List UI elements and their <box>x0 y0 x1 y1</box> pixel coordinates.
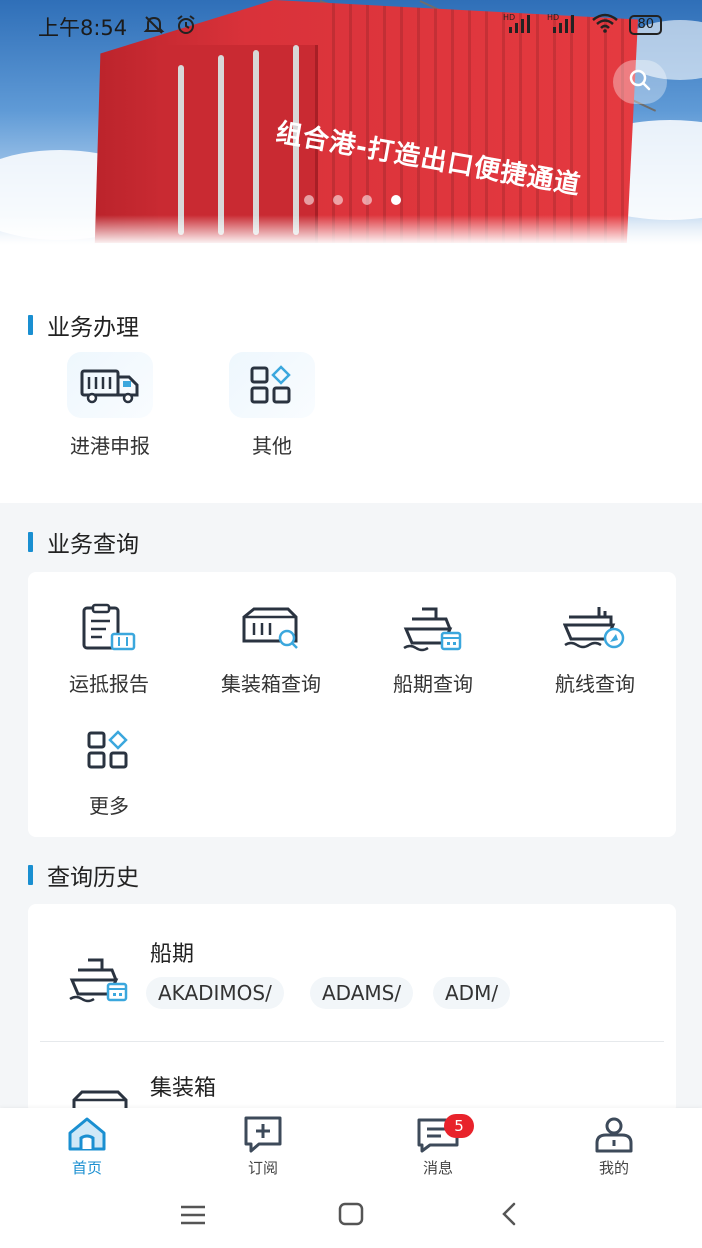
mute-icon <box>143 14 165 40</box>
tile-label: 集装箱查询 <box>221 672 321 696</box>
section-title-text: 查询历史 <box>47 865 139 891</box>
history-item-title: 船期 <box>150 942 195 967</box>
tile-arrival-report[interactable]: 运抵报告 <box>28 598 190 697</box>
container-search-icon <box>236 598 306 658</box>
history-tag[interactable]: AKADIMOS/ <box>146 977 284 1009</box>
tile-port-entry-declaration[interactable]: 进港申报 <box>40 352 180 459</box>
section-marker <box>28 315 33 335</box>
system-navigation-bar <box>0 1184 702 1248</box>
bottom-tab-bar: 首页 订阅 5 消息 我的 <box>0 1108 702 1184</box>
network-label: HD <box>503 13 515 22</box>
unread-badge: 5 <box>444 1114 474 1138</box>
status-time: 上午8:54 <box>38 16 128 40</box>
carousel-indicator <box>304 195 401 205</box>
search-button[interactable] <box>613 60 667 104</box>
back-icon[interactable] <box>500 1202 518 1230</box>
query-section-title: 业务查询 <box>28 525 139 559</box>
tab-messages[interactable]: 5 消息 <box>388 1112 488 1178</box>
banner-fade <box>0 215 702 245</box>
clipboard-report-icon <box>74 598 144 658</box>
section-marker <box>28 865 33 885</box>
tile-label: 运抵报告 <box>69 672 149 696</box>
history-item-title: 集装箱 <box>150 1076 217 1101</box>
tile-more[interactable]: 更多 <box>28 720 190 819</box>
tile-label: 进港申报 <box>70 434 150 458</box>
door-bar <box>178 65 184 235</box>
section-title-text: 业务查询 <box>47 532 139 558</box>
apps-icon <box>74 720 144 780</box>
tile-label: 航线查询 <box>555 672 635 696</box>
carousel-dot[interactable] <box>304 195 314 205</box>
subscribe-icon <box>213 1112 313 1156</box>
search-icon <box>628 68 652 96</box>
history-section-title: 查询历史 <box>28 858 139 892</box>
carousel-dot[interactable] <box>362 195 372 205</box>
door-bar <box>218 55 224 235</box>
history-item-container[interactable]: 集装箱 <box>28 1042 676 1118</box>
wifi-icon <box>591 13 619 37</box>
tab-label: 首页 <box>71 1159 102 1177</box>
message-icon <box>388 1112 488 1156</box>
profile-icon <box>564 1112 664 1156</box>
network-label: HD <box>547 13 559 22</box>
history-tag[interactable]: ADM/ <box>433 977 511 1009</box>
signal-icon: HD <box>547 13 581 37</box>
tile-label: 其他 <box>252 434 292 458</box>
query-card: 运抵报告 集装箱查询 船期查询 航线查询 更多 <box>28 572 676 837</box>
tile-label: 更多 <box>89 794 129 818</box>
section-marker <box>28 532 33 552</box>
home-square-icon[interactable] <box>338 1202 364 1230</box>
ship-route-icon <box>560 598 630 658</box>
apps-icon <box>229 352 315 418</box>
menu-icon[interactable] <box>180 1204 206 1230</box>
ship-schedule-icon <box>68 954 130 1008</box>
tile-container-query[interactable]: 集装箱查询 <box>190 598 352 697</box>
carousel-dot-active[interactable] <box>391 195 401 205</box>
carousel-dot[interactable] <box>333 195 343 205</box>
status-bar: 上午8:54 HD HD 80 <box>0 0 702 50</box>
door-bar <box>253 50 259 235</box>
tab-label: 订阅 <box>247 1159 278 1177</box>
tab-label: 消息 <box>422 1159 453 1177</box>
history-tag[interactable]: ADAMS/ <box>310 977 414 1009</box>
tile-other[interactable]: 其他 <box>202 352 342 459</box>
history-card: 船期 AKADIMOS/ ADAMS/ ADM/ 集装箱 <box>28 904 676 1118</box>
tab-label: 我的 <box>598 1159 629 1177</box>
business-section-title: 业务办理 <box>28 308 139 342</box>
truck-icon <box>67 352 153 418</box>
tile-label: 船期查询 <box>393 672 473 696</box>
home-icon <box>37 1112 137 1156</box>
alarm-icon <box>175 14 197 40</box>
tile-route-query[interactable]: 航线查询 <box>514 598 676 697</box>
tab-home[interactable]: 首页 <box>37 1112 137 1178</box>
tab-profile[interactable]: 我的 <box>564 1112 664 1178</box>
tile-ship-schedule-query[interactable]: 船期查询 <box>352 598 514 697</box>
tab-subscribe[interactable]: 订阅 <box>213 1112 313 1178</box>
ship-schedule-icon <box>398 598 468 658</box>
history-item-ship-schedule[interactable]: 船期 AKADIMOS/ ADAMS/ ADM/ <box>28 904 676 1040</box>
signal-icon: HD <box>503 13 537 37</box>
section-title-text: 业务办理 <box>47 315 139 341</box>
battery-indicator: 80 <box>629 15 662 35</box>
